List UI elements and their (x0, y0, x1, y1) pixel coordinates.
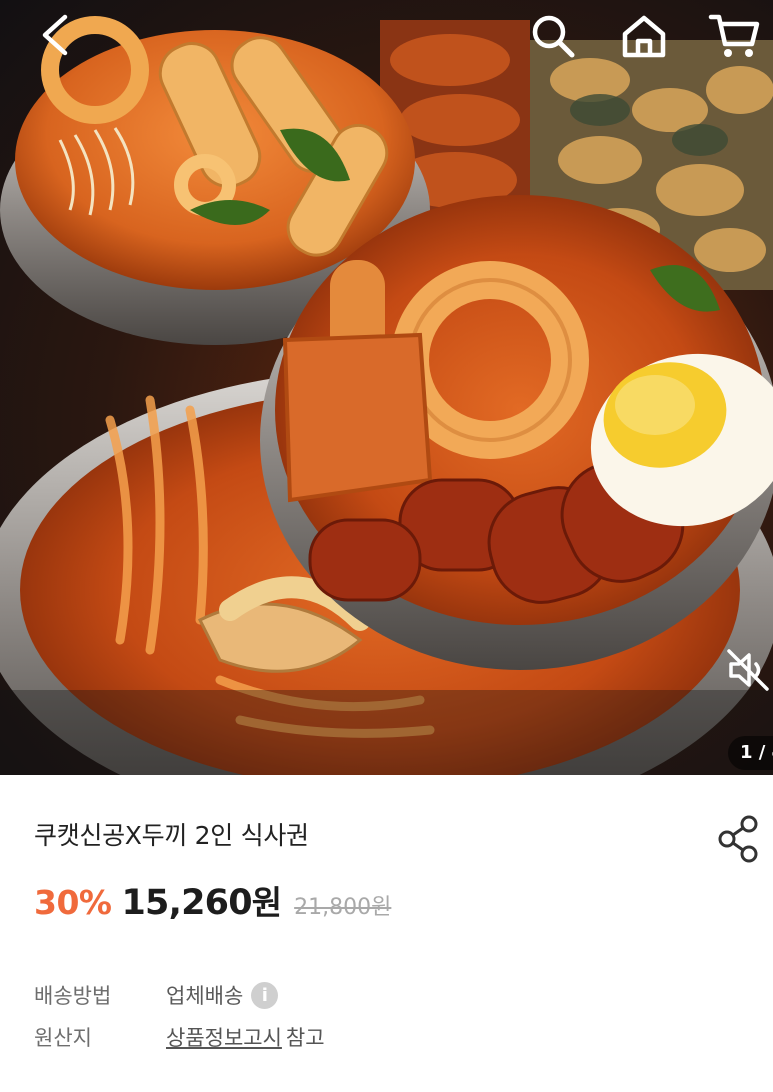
product-info-notice-link[interactable]: 상품정보고시 (166, 1022, 282, 1052)
mute-button[interactable] (722, 644, 773, 696)
price-unit: 원 (251, 883, 283, 922)
cart-button[interactable] (703, 8, 765, 64)
shipping-value-row: 업체배송 i (166, 980, 279, 1010)
sale-price: 15,260 (121, 883, 253, 923)
shipping-label: 배송방법 (34, 984, 112, 1008)
speaker-muted-icon (726, 649, 769, 691)
share-button[interactable] (714, 814, 764, 864)
product-media[interactable]: 1 / 4 (0, 0, 773, 775)
chevron-left-icon (42, 14, 68, 56)
home-icon (622, 15, 666, 58)
origin-suffix: 참고 (285, 1026, 325, 1050)
search-icon (532, 15, 575, 58)
cart-icon (708, 14, 760, 57)
search-button[interactable] (525, 8, 581, 64)
home-button[interactable] (614, 8, 674, 64)
product-image (0, 16, 773, 775)
back-button[interactable] (30, 10, 80, 60)
media-counter: 1 / 4 (728, 736, 773, 770)
origin-value-row: 상품정보고시 참고 (166, 1022, 325, 1052)
discount-rate: 30% (34, 883, 112, 922)
price-row: 30% 15,260 원 21,800원 (34, 876, 391, 926)
original-price: 21,800원 (294, 895, 392, 920)
product-title: 쿠캣신공X두끼 2인 식사권 (34, 821, 309, 850)
origin-label: 원산지 (34, 1026, 92, 1050)
shipping-value: 업체배송 (166, 984, 244, 1008)
share-icon (718, 815, 758, 863)
info-icon[interactable]: i (251, 981, 279, 1009)
